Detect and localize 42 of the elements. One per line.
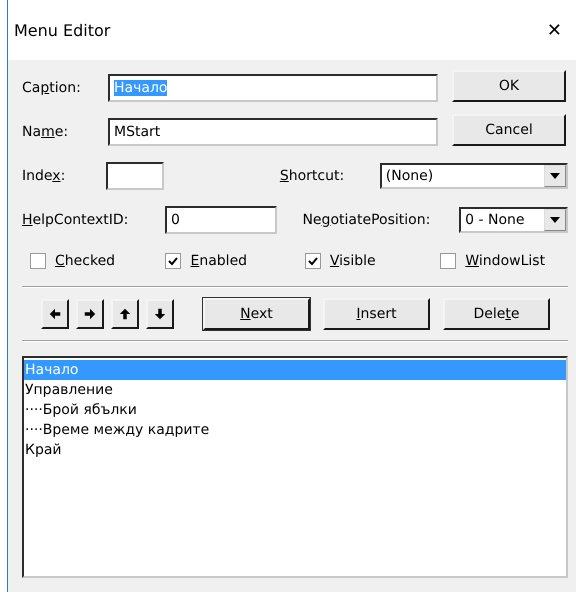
arrow-down-icon	[153, 307, 167, 321]
checkbox[interactable]	[165, 253, 182, 269]
shortcut-dropdown[interactable]: (None)	[380, 163, 568, 189]
checkbox[interactable]	[440, 253, 456, 269]
help-context-id-field[interactable]: 0	[164, 206, 277, 234]
menu-list-item[interactable]: ····Време между кадрите	[24, 420, 566, 440]
menu-list-item[interactable]: Край	[24, 440, 566, 460]
ok-button[interactable]: OK	[452, 70, 566, 102]
checkbox[interactable]	[304, 253, 321, 269]
negotiate-position-label: NegotiatePosition:	[302, 212, 432, 228]
close-button[interactable]: ✕	[540, 20, 568, 40]
caret-icon	[550, 173, 560, 179]
arrow-right-button[interactable]	[76, 299, 104, 329]
negotiate-position-dropdown[interactable]: 0 - None	[459, 207, 568, 233]
arrow-up-icon	[118, 307, 132, 321]
check-icon	[308, 256, 318, 266]
arrow-down-button[interactable]	[146, 299, 174, 329]
checkbox-label: WindowList	[465, 253, 546, 269]
shortcut-label: Shortcut:	[280, 168, 346, 184]
action-button[interactable]: Next	[203, 298, 310, 330]
arrow-up-button[interactable]	[111, 299, 139, 329]
checkbox-label: Checked	[55, 253, 116, 269]
action-button[interactable]: Insert	[323, 298, 430, 330]
arrow-left-icon	[48, 307, 62, 321]
window-title: Menu Editor	[14, 20, 110, 40]
checkbox[interactable]	[30, 253, 46, 269]
name-field[interactable]: MStart	[108, 118, 438, 146]
caption-label: Caption:	[22, 80, 82, 96]
index-field[interactable]	[106, 162, 164, 190]
menu-list-item[interactable]: Управление	[24, 380, 566, 400]
help-context-id-label: HelpContextID:	[22, 212, 130, 228]
arrow-left-button[interactable]	[41, 299, 69, 329]
name-label: Name:	[22, 124, 70, 140]
caret-icon	[550, 217, 560, 223]
menu-list-item[interactable]: ····Брой ябълки	[24, 400, 566, 420]
checkbox-label: Visible	[330, 253, 376, 269]
cancel-button[interactable]: Cancel	[452, 114, 566, 146]
action-button[interactable]: Delete	[443, 298, 550, 330]
checkbox-label: Enabled	[190, 253, 248, 269]
index-label: Index:	[22, 168, 66, 184]
check-icon	[168, 256, 178, 266]
arrow-right-icon	[83, 307, 97, 321]
